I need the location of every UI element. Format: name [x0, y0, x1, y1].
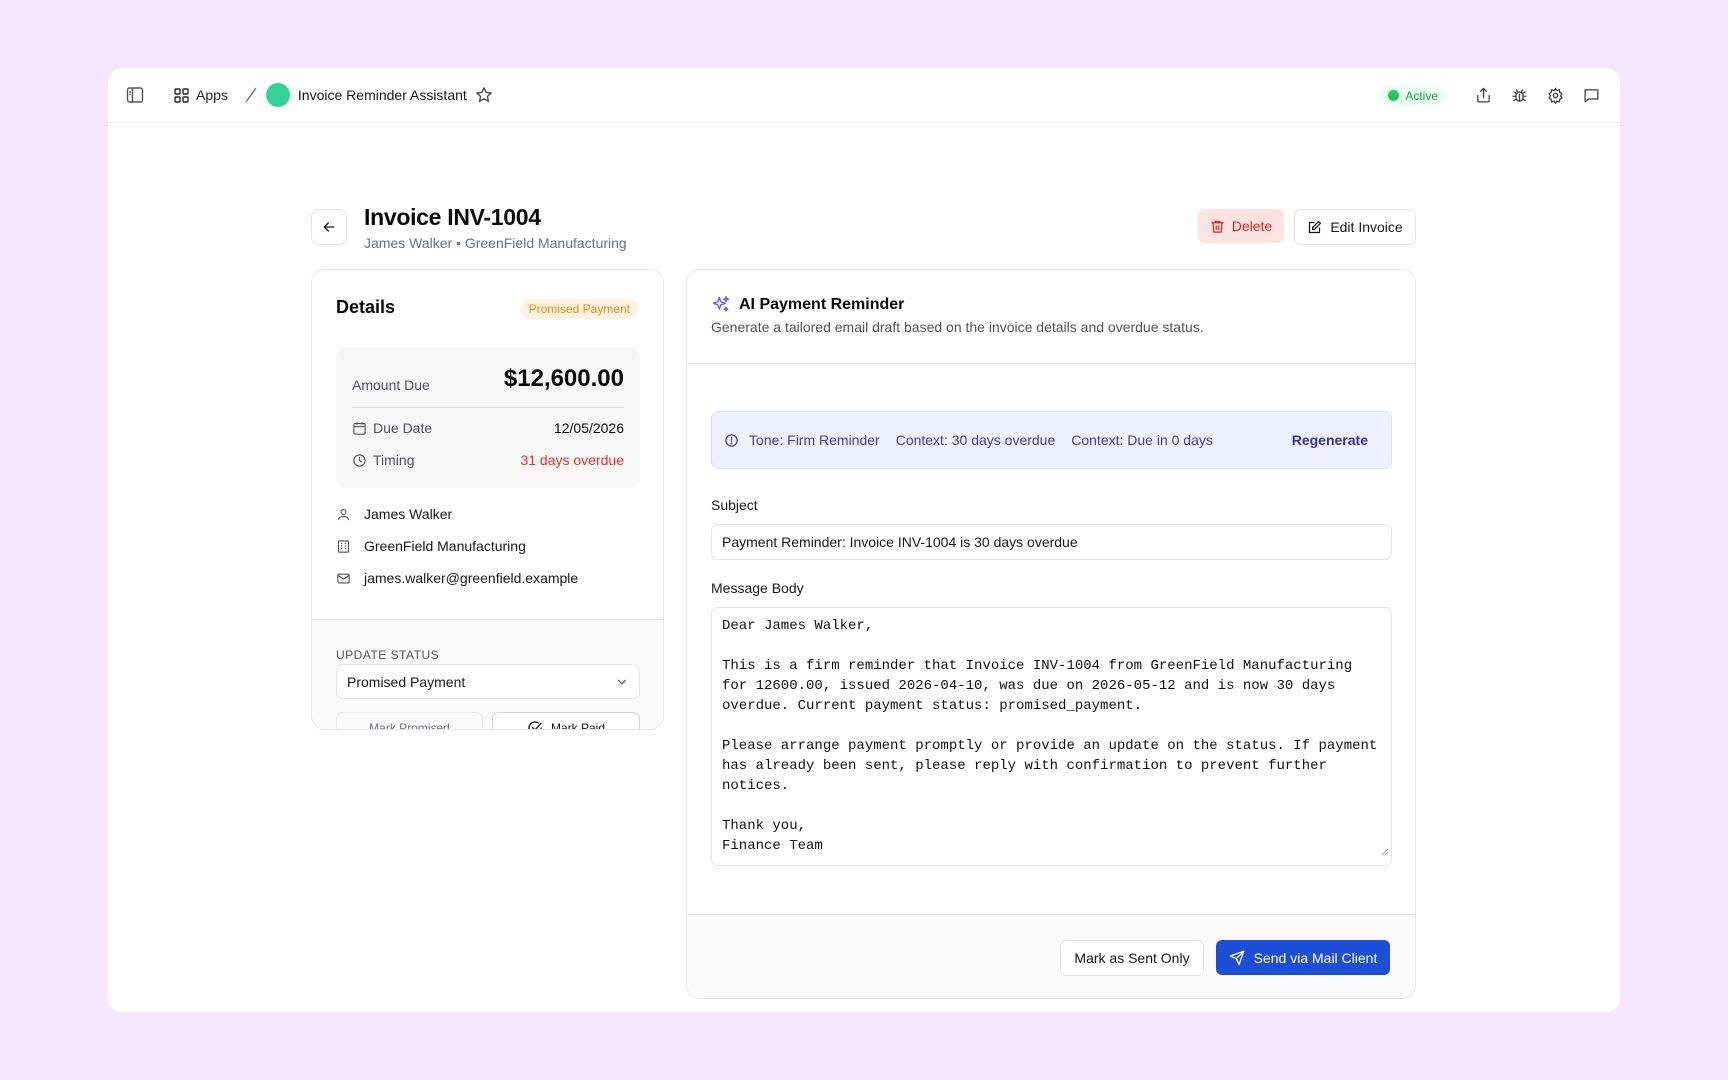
email-row: james.walker@greenfield.example [336, 570, 578, 586]
trash-icon [1210, 219, 1225, 234]
top-bar: Apps Invoice Reminder Assistant Active [108, 68, 1620, 123]
page-title: Invoice INV-1004 [364, 204, 541, 230]
app-avatar [265, 83, 290, 107]
edit-invoice-button[interactable]: Edit Invoice [1294, 209, 1416, 245]
user-icon [336, 507, 353, 522]
mark-as-sent-button[interactable]: Mark as Sent Only [1060, 940, 1204, 976]
due-date-row: Due Date 12/05/2026 [352, 420, 624, 436]
message-body-textarea[interactable]: Dear James Walker, This is a firm remind… [711, 607, 1392, 866]
due-date-label: Due Date [373, 420, 433, 436]
ai-card-header: AI Payment Reminder [711, 295, 904, 315]
timing-row: Timing 31 days overdue [352, 452, 624, 468]
share-icon[interactable] [1472, 85, 1494, 107]
divider [687, 363, 1415, 364]
back-button[interactable] [311, 209, 347, 245]
apps-label: Apps [196, 87, 228, 103]
send-icon [1229, 950, 1245, 966]
regenerate-button[interactable]: Regenerate [1292, 432, 1368, 448]
tone-label: Tone: Firm Reminder [749, 432, 880, 448]
chat-icon[interactable] [1580, 85, 1602, 107]
context-due-label: Context: Due in 0 days [1071, 432, 1213, 448]
contact-name: James Walker [364, 506, 453, 522]
app-name[interactable]: Invoice Reminder Assistant [298, 87, 467, 103]
star-icon[interactable] [475, 86, 493, 104]
subject-input[interactable]: Payment Reminder: Invoice INV-1004 is 30… [711, 524, 1392, 560]
app-window: Apps Invoice Reminder Assistant Active I… [108, 68, 1620, 1012]
timing-value: 31 days overdue [520, 452, 624, 468]
mark-promised-button[interactable]: Mark Promised [336, 712, 483, 729]
amount-due-label: Amount Due [352, 377, 430, 393]
details-card: Details Promised Payment Amount Due $12,… [311, 269, 664, 730]
details-title: Details [336, 297, 396, 317]
delete-label: Delete [1231, 218, 1273, 234]
context-overdue-label: Context: 30 days overdue [895, 432, 1056, 448]
gear-icon[interactable] [1544, 85, 1566, 107]
status-label: Active [1405, 88, 1438, 103]
send-via-mail-client-button[interactable]: Send via Mail Client [1216, 940, 1390, 975]
contact-name-row: James Walker [336, 506, 452, 522]
divider [352, 407, 624, 408]
bug-icon[interactable] [1508, 85, 1530, 107]
info-icon [724, 433, 739, 448]
sidebar-toggle-icon[interactable] [124, 84, 146, 106]
mail-icon [336, 571, 353, 586]
message-body-text: Dear James Walker, This is a firm remind… [722, 618, 1378, 854]
building-icon [336, 539, 353, 554]
contact-email[interactable]: james.walker@greenfield.example [364, 570, 578, 586]
edit-icon [1307, 220, 1322, 235]
send-label: Send via Mail Client [1253, 949, 1378, 966]
ai-card-subtitle: Generate a tailored email draft based on… [711, 319, 1204, 335]
check-circle-icon [527, 720, 543, 729]
resize-handle-icon[interactable] [1381, 843, 1389, 863]
mark-paid-label: Mark Paid [550, 721, 606, 730]
sparkles-icon [711, 295, 731, 315]
timing-label: Timing [373, 452, 415, 468]
ai-card-footer: Mark as Sent Only Send via Mail Client [687, 914, 1415, 998]
payment-status-badge: Promised Payment [519, 299, 639, 319]
breadcrumb-separator-icon [244, 86, 258, 104]
amount-due-value: $12,600.00 [503, 365, 624, 392]
ai-reminder-card: AI Payment Reminder Generate a tailored … [686, 269, 1416, 999]
status-dot [1388, 90, 1400, 101]
mark-paid-button[interactable]: Mark Paid [492, 712, 640, 730]
edit-invoice-label: Edit Invoice [1330, 219, 1403, 235]
due-date-value: 12/05/2026 [553, 420, 624, 436]
grid-icon [174, 87, 189, 103]
company-name: GreenField Manufacturing [364, 538, 526, 554]
update-status-section: UPDATE STATUS Promised Payment Mark Prom… [312, 619, 663, 730]
chevron-down-icon [615, 675, 629, 689]
tone-context-bar: Tone: Firm Reminder Context: 30 days ove… [711, 411, 1392, 469]
company-row: GreenField Manufacturing [336, 538, 526, 554]
arrow-left-icon [323, 222, 335, 232]
message-body-label: Message Body [711, 580, 804, 596]
clock-icon [352, 453, 367, 468]
status-select[interactable]: Promised Payment [336, 664, 640, 699]
status-select-value: Promised Payment [347, 673, 466, 690]
status-badge: Active [1378, 85, 1448, 106]
amount-summary: Amount Due $12,600.00 Due Date 12/05/202… [336, 347, 640, 488]
calendar-icon [352, 421, 367, 436]
update-status-label: UPDATE STATUS [336, 648, 440, 662]
apps-link[interactable]: Apps [174, 87, 228, 103]
main-content: Invoice INV-1004 James Walker • GreenFie… [108, 124, 1620, 1012]
delete-button[interactable]: Delete [1198, 209, 1284, 243]
ai-card-title: AI Payment Reminder [739, 296, 905, 313]
page-subtitle: James Walker • GreenField Manufacturing [364, 235, 627, 251]
subject-label: Subject [711, 497, 758, 513]
